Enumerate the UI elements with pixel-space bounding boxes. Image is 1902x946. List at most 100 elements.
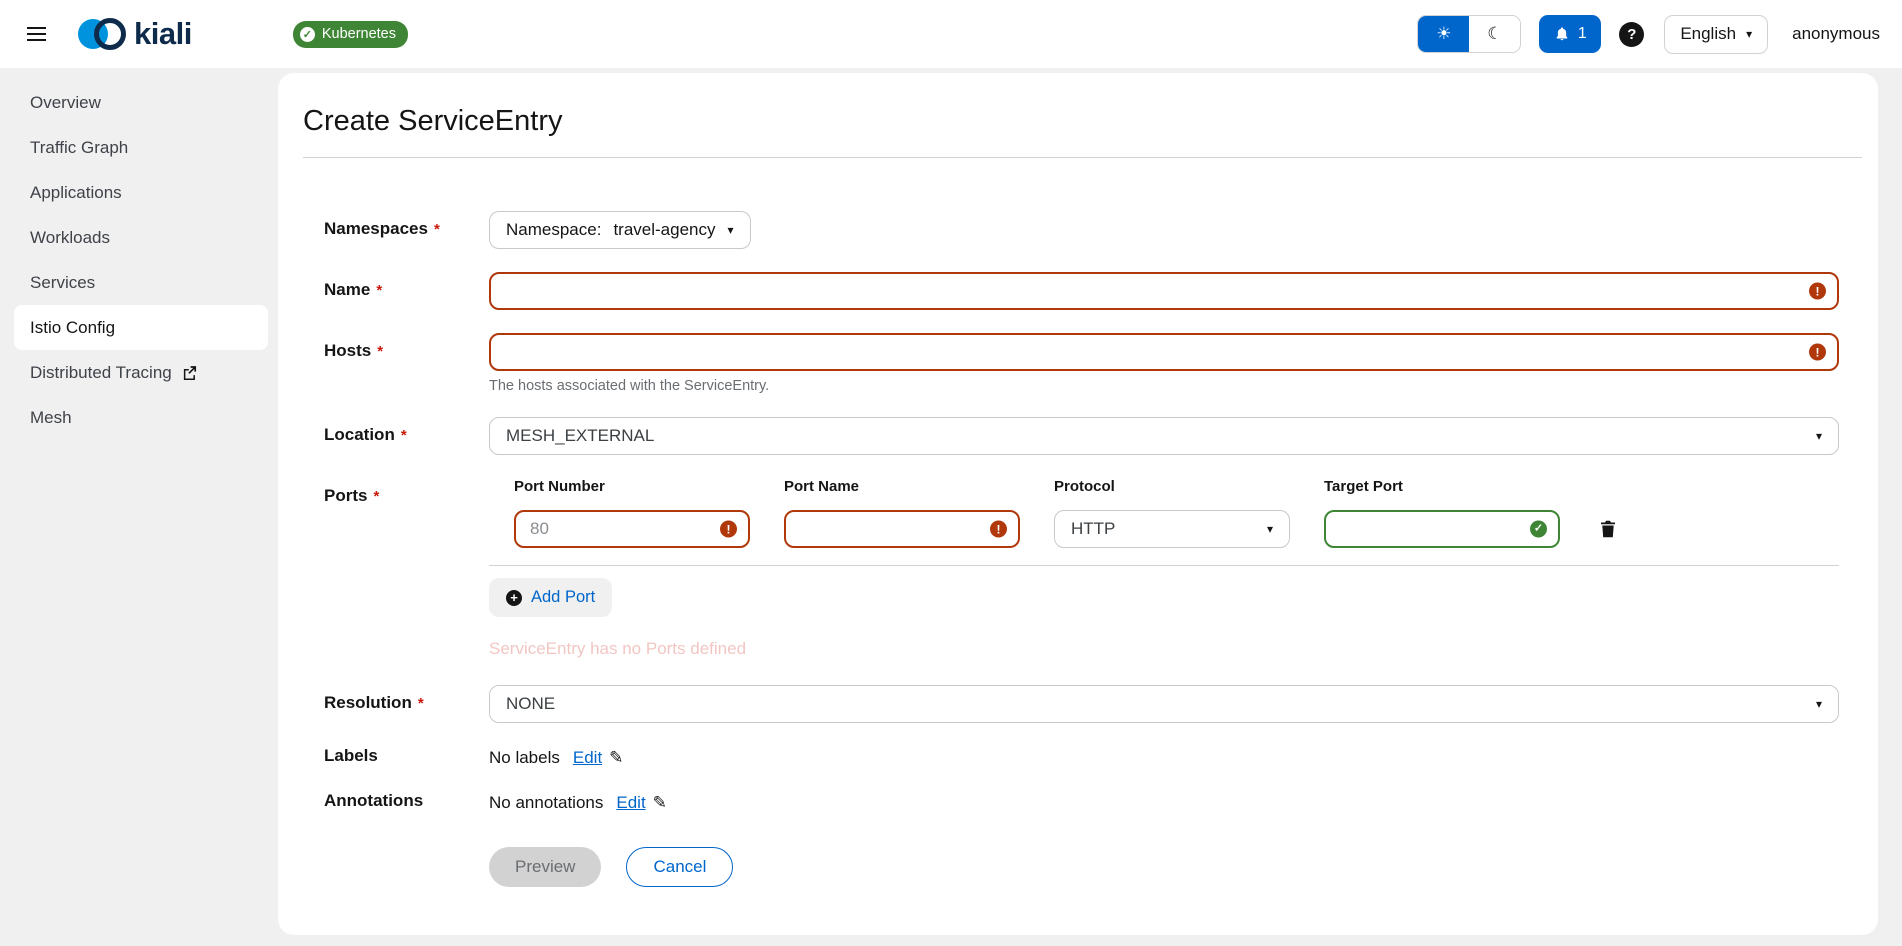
cluster-badge: ✓ Kubernetes [293, 21, 408, 48]
create-serviceentry-form: Namespaces* Namespace: travel-agency ▾ N… [278, 158, 1878, 887]
port-number-input[interactable] [514, 510, 750, 548]
pencil-icon: ✎ [609, 748, 623, 768]
cancel-button[interactable]: Cancel [626, 847, 733, 887]
namespace-dropdown-value: travel-agency [613, 220, 715, 240]
main-content: Create ServiceEntry Namespaces* Namespac… [278, 68, 1902, 946]
chevron-down-icon: ▾ [728, 224, 734, 236]
namespaces-label: Namespaces* [324, 211, 489, 249]
delete-port-button[interactable] [1594, 515, 1622, 543]
resolution-select[interactable]: NONE ▾ [489, 685, 1839, 723]
resolution-select-value: NONE [506, 694, 555, 714]
brand-name: kiali [134, 16, 192, 52]
moon-icon: ☾ [1487, 24, 1502, 44]
menu-toggle-button[interactable] [16, 14, 56, 54]
create-serviceentry-card: Create ServiceEntry Namespaces* Namespac… [278, 73, 1878, 935]
required-asterisk: * [434, 221, 440, 238]
chevron-down-icon: ▾ [1816, 430, 1822, 442]
namespaces-row: Namespaces* Namespace: travel-agency ▾ [324, 211, 1839, 249]
required-asterisk: * [401, 427, 407, 444]
ports-row: Ports* Port Number Port Name Protocol Ta… [324, 478, 1839, 659]
port-number-column-header: Port Number [514, 478, 750, 495]
preview-button[interactable]: Preview [489, 847, 601, 887]
sidebar-item-distributed-tracing[interactable]: Distributed Tracing [14, 350, 268, 395]
resolution-label: Resolution* [324, 685, 489, 723]
error-exclamation-icon: ! [1809, 344, 1826, 361]
location-select-value: MESH_EXTERNAL [506, 426, 654, 446]
sidebar-item-traffic-graph[interactable]: Traffic Graph [14, 125, 268, 170]
namespace-dropdown[interactable]: Namespace: travel-agency ▾ [489, 211, 751, 249]
chevron-down-icon: ▾ [1267, 523, 1273, 535]
error-exclamation-icon: ! [1809, 283, 1826, 300]
dark-theme-button[interactable]: ☾ [1469, 16, 1520, 52]
sidebar-item-mesh[interactable]: Mesh [14, 395, 268, 440]
external-link-icon [182, 365, 197, 380]
bell-icon [1554, 26, 1570, 42]
annotations-empty-text: No annotations [489, 793, 603, 813]
port-name-column-header: Port Name [784, 478, 1020, 495]
sidebar: Overview Traffic Graph Applications Work… [0, 68, 278, 946]
hamburger-icon [27, 27, 46, 29]
target-port-column-header: Target Port [1324, 478, 1560, 495]
sidebar-item-services[interactable]: Services [14, 260, 268, 305]
theme-toggle: ☀ ☾ [1417, 15, 1521, 53]
annotations-edit-link[interactable]: Edit [616, 793, 645, 813]
help-button[interactable]: ? [1619, 22, 1644, 47]
sidebar-item-istio-config[interactable]: Istio Config [14, 305, 268, 350]
sidebar-item-overview[interactable]: Overview [14, 80, 268, 125]
sidebar-item-applications[interactable]: Applications [14, 170, 268, 215]
name-input[interactable] [489, 272, 1839, 310]
ports-empty-message: ServiceEntry has no Ports defined [489, 639, 1839, 659]
add-port-button[interactable]: + Add Port [489, 578, 612, 617]
location-select[interactable]: MESH_EXTERNAL ▾ [489, 417, 1839, 455]
labels-edit-link[interactable]: Edit [573, 748, 602, 768]
ports-divider [489, 565, 1839, 566]
plus-circle-icon: + [506, 590, 522, 606]
name-label: Name* [324, 272, 489, 310]
labels-row: Labels No labels Edit ✎ [324, 746, 1839, 768]
name-row: Name* ! [324, 272, 1839, 310]
hosts-input[interactable] [489, 333, 1839, 371]
check-circle-icon: ✓ [300, 27, 315, 42]
username: anonymous [1792, 24, 1880, 44]
add-port-label: Add Port [531, 588, 595, 607]
target-port-input[interactable] [1324, 510, 1560, 548]
chevron-down-icon: ▾ [1816, 698, 1822, 710]
cluster-badge-label: Kubernetes [322, 26, 396, 42]
error-exclamation-icon: ! [720, 521, 737, 538]
sun-icon: ☀ [1436, 24, 1451, 44]
sidebar-item-workloads[interactable]: Workloads [14, 215, 268, 260]
app-header: kiali ✓ Kubernetes ☀ ☾ 1 ? English ▾ ano… [0, 0, 1902, 68]
notifications-button[interactable]: 1 [1539, 15, 1601, 53]
required-asterisk: * [376, 282, 382, 299]
labels-empty-text: No labels [489, 748, 560, 768]
protocol-select[interactable]: HTTP ▾ [1054, 510, 1290, 548]
chevron-down-icon: ▾ [1746, 28, 1752, 40]
notification-count: 1 [1578, 25, 1587, 43]
pencil-icon: ✎ [653, 793, 667, 813]
hosts-helper-text: The hosts associated with the ServiceEnt… [489, 378, 1839, 394]
page-title: Create ServiceEntry [278, 103, 1878, 139]
protocol-select-value: HTTP [1071, 519, 1115, 539]
kiali-logo[interactable]: kiali [78, 16, 192, 52]
language-dropdown[interactable]: English ▾ [1664, 15, 1768, 54]
location-label: Location* [324, 417, 489, 455]
labels-label: Labels [324, 746, 489, 768]
language-value: English [1680, 24, 1736, 44]
location-row: Location* MESH_EXTERNAL ▾ [324, 417, 1839, 455]
protocol-column-header: Protocol [1054, 478, 1290, 495]
annotations-label: Annotations [324, 791, 489, 813]
hosts-label: Hosts* [324, 333, 489, 394]
port-name-input[interactable] [784, 510, 1020, 548]
light-theme-button[interactable]: ☀ [1418, 16, 1469, 52]
ports-label: Ports* [324, 478, 489, 659]
required-asterisk: * [418, 695, 424, 712]
resolution-row: Resolution* NONE ▾ [324, 685, 1839, 723]
kiali-logo-ring-icon [94, 18, 126, 50]
trash-icon [1600, 520, 1616, 538]
hosts-row: Hosts* ! The hosts associated with the S… [324, 333, 1839, 394]
annotations-row: Annotations No annotations Edit ✎ [324, 791, 1839, 813]
question-icon: ? [1627, 26, 1636, 43]
required-asterisk: * [377, 343, 383, 360]
form-actions: Preview Cancel [489, 847, 1839, 887]
error-exclamation-icon: ! [990, 521, 1007, 538]
